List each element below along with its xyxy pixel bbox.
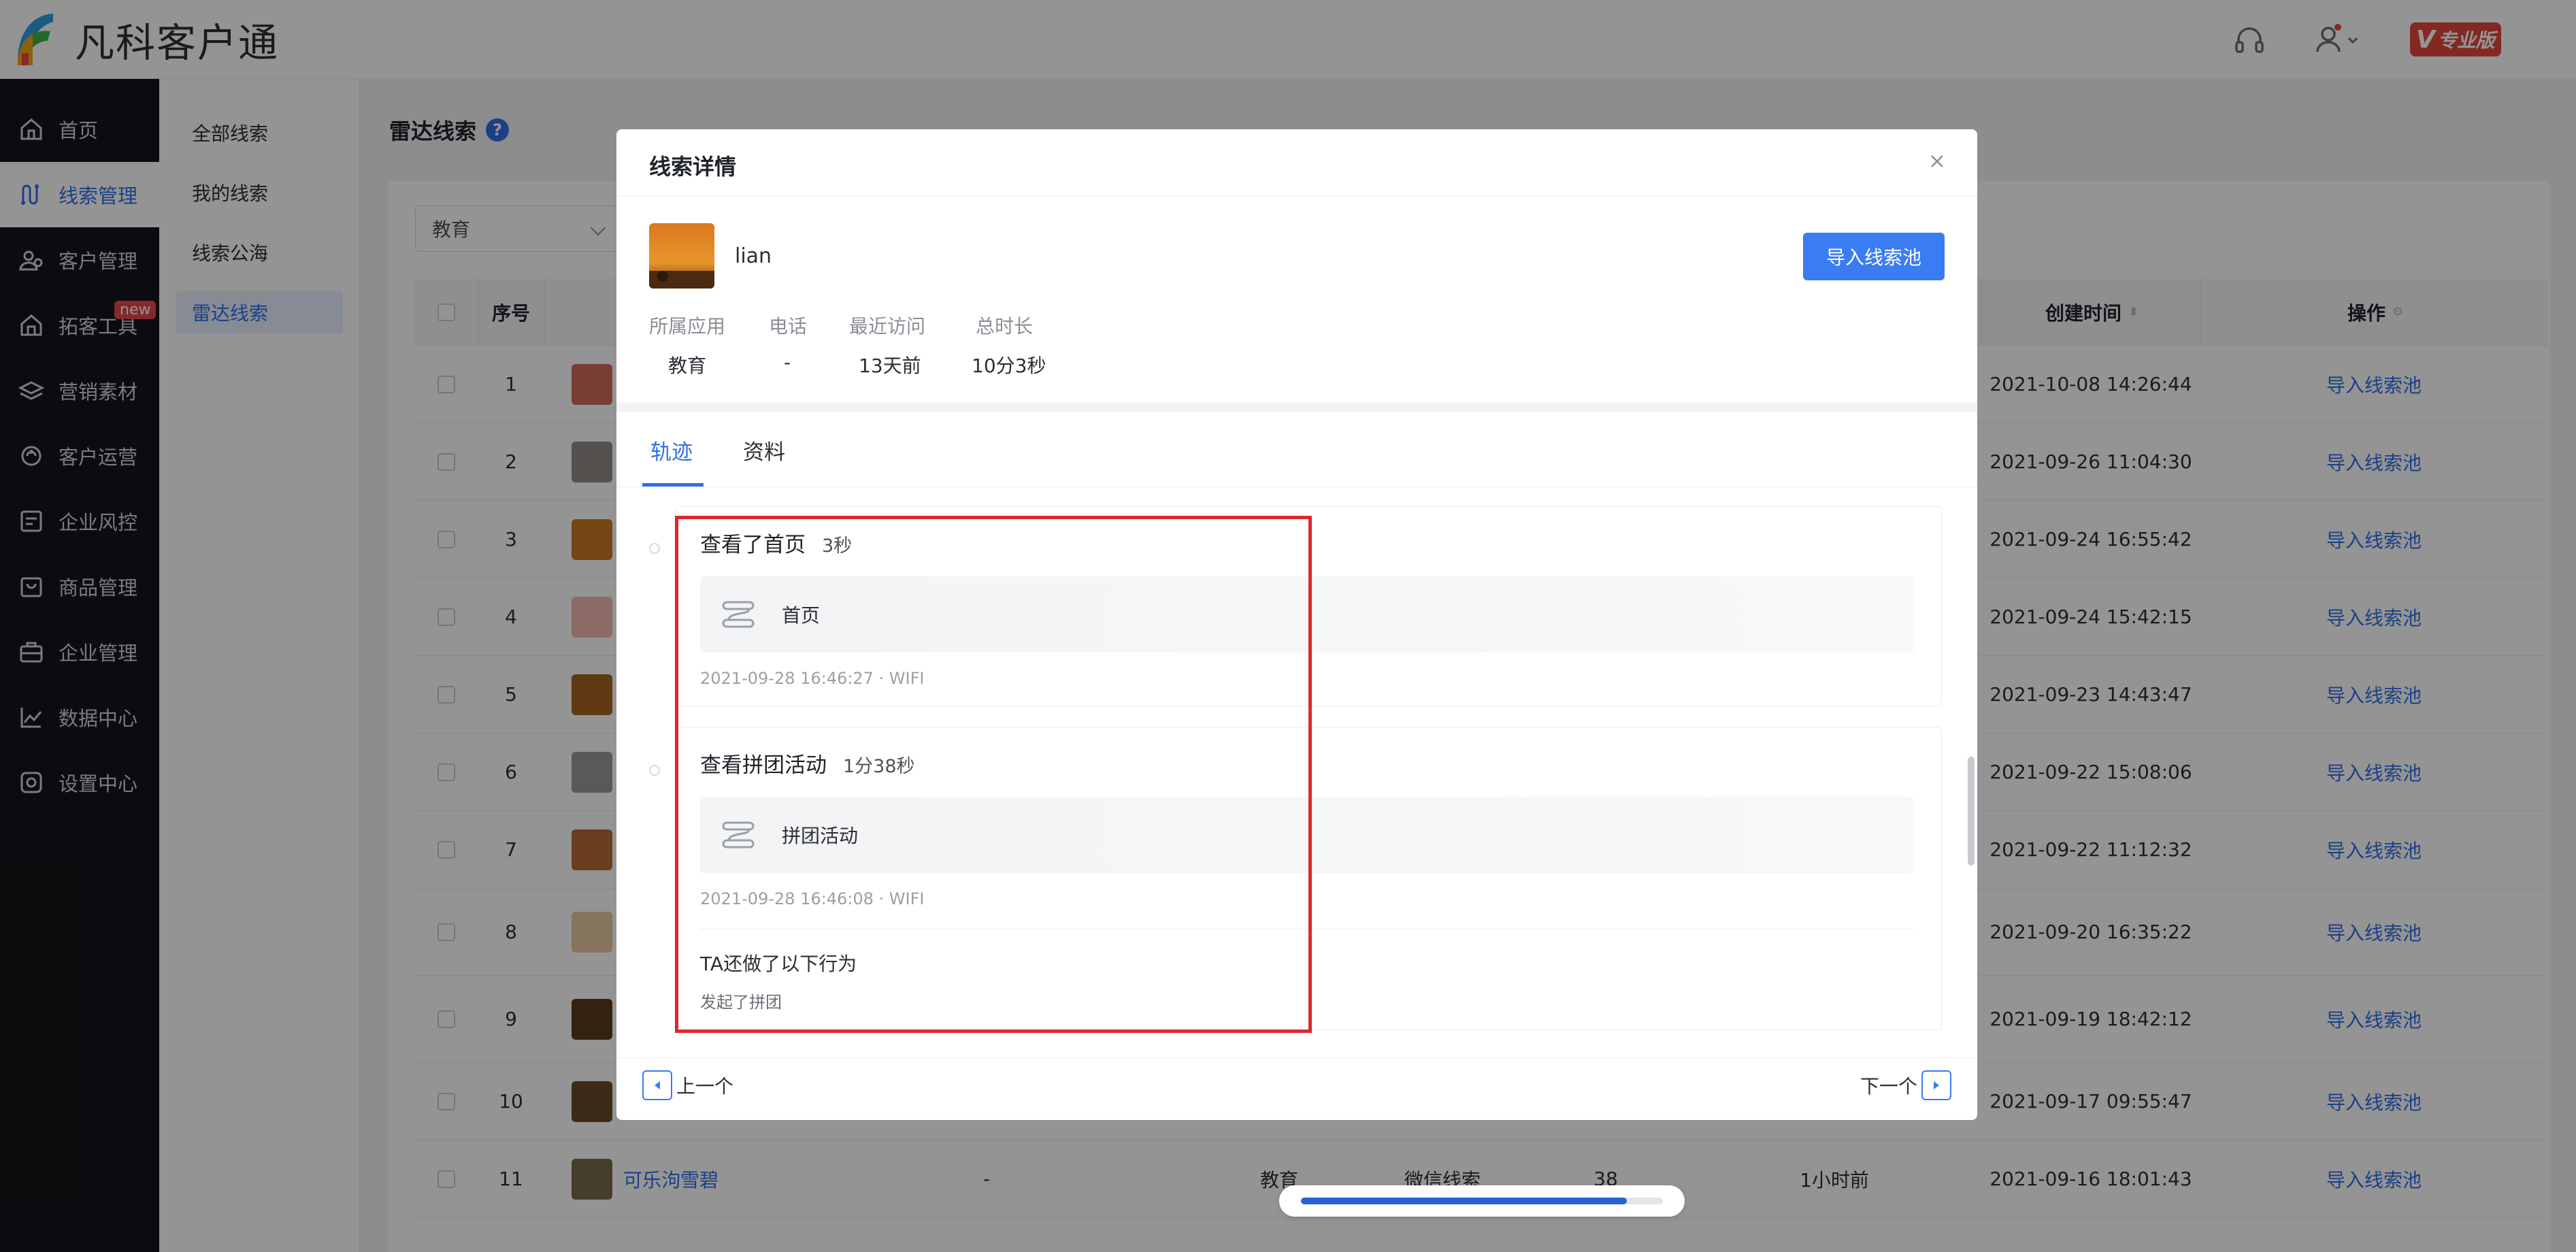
caret-right-icon <box>1921 1070 1951 1100</box>
scrollbar-thumb[interactable] <box>1968 757 1975 866</box>
active-tab-indicator <box>642 483 704 487</box>
tab-profile[interactable]: 资料 <box>743 412 785 487</box>
detail-tabs: 轨迹 资料 <box>616 412 1977 487</box>
prev-button[interactable]: 上一个 <box>642 1070 733 1100</box>
next-button[interactable]: 下一个 <box>1860 1070 1951 1100</box>
close-icon[interactable] <box>1927 151 1947 171</box>
modal-footer: 上一个 下一个 <box>616 1057 1977 1120</box>
lead-profile: lian <box>649 223 772 289</box>
progress-fill <box>1301 1198 1627 1204</box>
section-divider <box>616 403 1977 412</box>
tab-track[interactable]: 轨迹 <box>650 412 693 487</box>
lead-name: lian <box>735 244 772 268</box>
modal-title: 线索详情 <box>649 154 737 180</box>
modal-header: 线索详情 <box>616 129 1977 196</box>
highlight-box <box>675 516 1312 1033</box>
avatar <box>649 223 714 289</box>
timeline-dot <box>649 765 660 776</box>
import-to-pool-button[interactable]: 导入线索池 <box>1803 233 1945 280</box>
floating-progress <box>1279 1185 1685 1217</box>
timeline-dot <box>649 543 660 554</box>
caret-left-icon <box>642 1070 672 1100</box>
